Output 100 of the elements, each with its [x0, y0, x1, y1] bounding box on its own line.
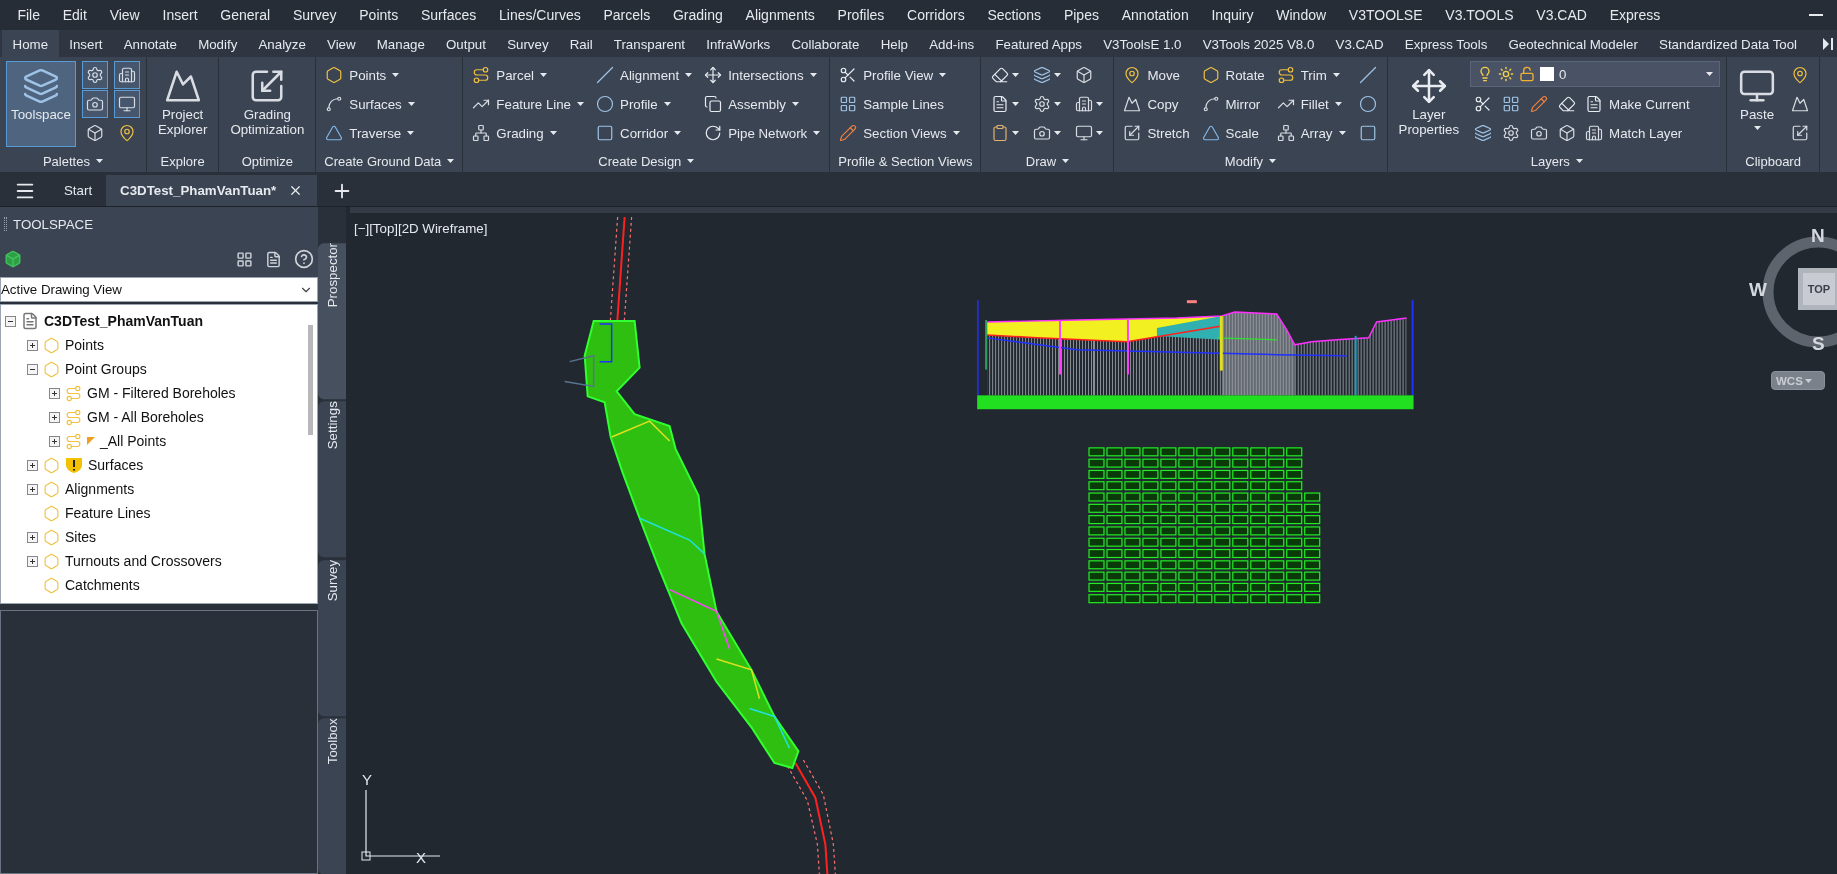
- icon-button[interactable]: [113, 61, 140, 89]
- ribbon-tab[interactable]: Add-ins: [918, 30, 985, 57]
- menu-item[interactable]: Annotation: [1110, 7, 1201, 23]
- tree-item[interactable]: _All Points: [100, 433, 167, 449]
- ribbon-button[interactable]: Toolspace: [6, 61, 76, 147]
- help-icon[interactable]: [294, 249, 314, 269]
- drawing-canvas[interactable]: [−][Top][2D Wireframe] N W TOP S WCS Y X: [350, 207, 1837, 874]
- ribbon-button[interactable]: Fillet: [1273, 90, 1349, 118]
- ribbon-button[interactable]: Corridor: [593, 119, 696, 147]
- expand-toggle[interactable]: [27, 363, 38, 375]
- ribbon-button[interactable]: Layer Properties: [1393, 61, 1465, 147]
- expand-toggle[interactable]: [27, 459, 38, 471]
- ribbon-button[interactable]: Mirror: [1198, 90, 1268, 118]
- expand-toggle[interactable]: [5, 315, 16, 327]
- menu-item[interactable]: Corridors: [895, 7, 977, 23]
- ribbon-tab[interactable]: Rail: [559, 30, 604, 57]
- ribbon-tab[interactable]: Annotate: [113, 30, 188, 57]
- icon-button[interactable]: [81, 61, 108, 89]
- expand-toggle[interactable]: [27, 531, 38, 543]
- menu-item[interactable]: Surfaces: [409, 7, 488, 23]
- expand-toggle[interactable]: [49, 387, 60, 399]
- menu-item[interactable]: General: [208, 7, 282, 23]
- panel-title[interactable]: Palettes: [0, 150, 146, 172]
- menu-item[interactable]: Points: [347, 7, 410, 23]
- ribbon-button[interactable]: Alignment: [593, 61, 696, 89]
- menu-item[interactable]: Alignments: [734, 7, 827, 23]
- ribbon-button[interactable]: Trim: [1273, 61, 1349, 89]
- ribbon-tab[interactable]: Output: [435, 30, 497, 57]
- ribbon-button[interactable]: Assembly: [701, 90, 824, 118]
- menu-item[interactable]: Inquiry: [1200, 7, 1265, 23]
- ribbon-button[interactable]: Grading: [469, 119, 588, 147]
- ribbon-tab[interactable]: Help: [870, 30, 919, 57]
- ribbon-tab[interactable]: Standardized Data Tool: [1648, 30, 1808, 57]
- expand-toggle[interactable]: [27, 483, 38, 495]
- ribbon-tab[interactable]: V3.CAD: [1324, 30, 1395, 57]
- panel-title[interactable]: Clipboard: [1727, 150, 1820, 172]
- side-tab[interactable]: Survey: [318, 559, 346, 716]
- menu-item[interactable]: Sections: [976, 7, 1053, 23]
- ribbon-tab[interactable]: Manage: [366, 30, 436, 57]
- menu-item[interactable]: Express: [1598, 7, 1672, 23]
- ribbon-tab[interactable]: Featured Apps: [984, 30, 1093, 57]
- menu-item[interactable]: Survey: [281, 7, 348, 23]
- scrollbar[interactable]: [307, 325, 313, 435]
- menu-item[interactable]: Parcels: [592, 7, 662, 23]
- ribbon-button[interactable]: Profile: [593, 90, 696, 118]
- ribbon-button[interactable]: Sample Lines: [836, 90, 963, 118]
- layer-dropdown[interactable]: 0: [1470, 61, 1721, 87]
- menu-item[interactable]: V3.CAD: [1524, 7, 1599, 23]
- ribbon-button[interactable]: Paste: [1733, 61, 1782, 147]
- panel-title[interactable]: Explore: [146, 150, 219, 172]
- menu-item[interactable]: Grading: [661, 7, 735, 23]
- menu-item[interactable]: Lines/Curves: [487, 7, 593, 23]
- side-tab[interactable]: Prospector: [318, 243, 346, 400]
- side-tab[interactable]: Toolbox: [318, 717, 346, 874]
- menu-item[interactable]: Pipes: [1052, 7, 1111, 23]
- cube-icon[interactable]: [4, 250, 22, 268]
- ribbon-button[interactable]: Project Explorer: [152, 61, 213, 147]
- ribbon-button[interactable]: Stretch: [1120, 119, 1193, 147]
- ribbon-button[interactable]: Feature Line: [469, 90, 588, 118]
- expand-toggle[interactable]: [27, 555, 38, 567]
- view-cube[interactable]: TOP: [1798, 268, 1837, 310]
- panel-title[interactable]: Modify: [1114, 150, 1387, 172]
- ribbon-tab[interactable]: InfraWorks: [695, 30, 781, 57]
- ribbon-tab[interactable]: Collaborate: [780, 30, 871, 57]
- tree-item[interactable]: Alignments: [65, 481, 135, 497]
- ribbon-button[interactable]: Array: [1273, 119, 1349, 147]
- ribbon-button[interactable]: Match Layer: [1582, 119, 1686, 147]
- ribbon-button[interactable]: Move: [1120, 61, 1193, 89]
- view-dropdown[interactable]: Active Drawing View: [0, 277, 318, 302]
- panel-title[interactable]: Create Design: [463, 150, 830, 172]
- ribbon-button[interactable]: Rotate: [1198, 61, 1268, 89]
- tree-item[interactable]: Turnouts and Crossovers: [65, 553, 222, 569]
- ribbon-button[interactable]: Profile View: [836, 61, 963, 89]
- ribbon-button[interactable]: Make Current: [1582, 90, 1693, 118]
- tree-item[interactable]: Point Groups: [65, 361, 147, 377]
- side-tab[interactable]: Settings: [318, 401, 346, 558]
- menu-item[interactable]: File: [6, 7, 52, 23]
- ribbon-button[interactable]: Copy: [1120, 90, 1193, 118]
- ribbon-button[interactable]: Scale: [1198, 119, 1268, 147]
- tree-item[interactable]: Surfaces: [88, 457, 144, 473]
- tree-item[interactable]: C3DTest_PhamVanTuan: [44, 313, 203, 329]
- ribbon-tab[interactable]: Geotechnical Modeler: [1497, 30, 1649, 57]
- tree-item[interactable]: Sites: [65, 529, 97, 545]
- panel-title[interactable]: Layers: [1387, 150, 1727, 172]
- ribbon-tab[interactable]: Survey: [496, 30, 560, 57]
- file-tab[interactable]: C3DTest_PhamVanTuan*: [106, 175, 318, 206]
- ribbon-tab[interactable]: Modify: [187, 30, 248, 57]
- ribbon-button[interactable]: Section Views: [836, 119, 963, 147]
- panel-title[interactable]: Create Ground Data: [316, 150, 463, 172]
- ribbon-tab[interactable]: Insert: [58, 30, 114, 57]
- tree-item[interactable]: Feature Lines: [65, 505, 151, 521]
- ribbon-tab[interactable]: Express Tools: [1394, 30, 1498, 57]
- menu-item[interactable]: V3.TOOLS: [1433, 7, 1525, 23]
- menu-item[interactable]: View: [98, 7, 152, 23]
- ribbon-button[interactable]: Pipe Network: [701, 119, 824, 147]
- panel-title[interactable]: Optimize: [219, 150, 316, 172]
- menu-item[interactable]: Window: [1264, 7, 1338, 23]
- ribbon-tab[interactable]: Transparent: [603, 30, 696, 57]
- panel-title[interactable]: Profile & Section Views: [830, 150, 981, 172]
- ribbon-tab[interactable]: Analyze: [247, 30, 317, 57]
